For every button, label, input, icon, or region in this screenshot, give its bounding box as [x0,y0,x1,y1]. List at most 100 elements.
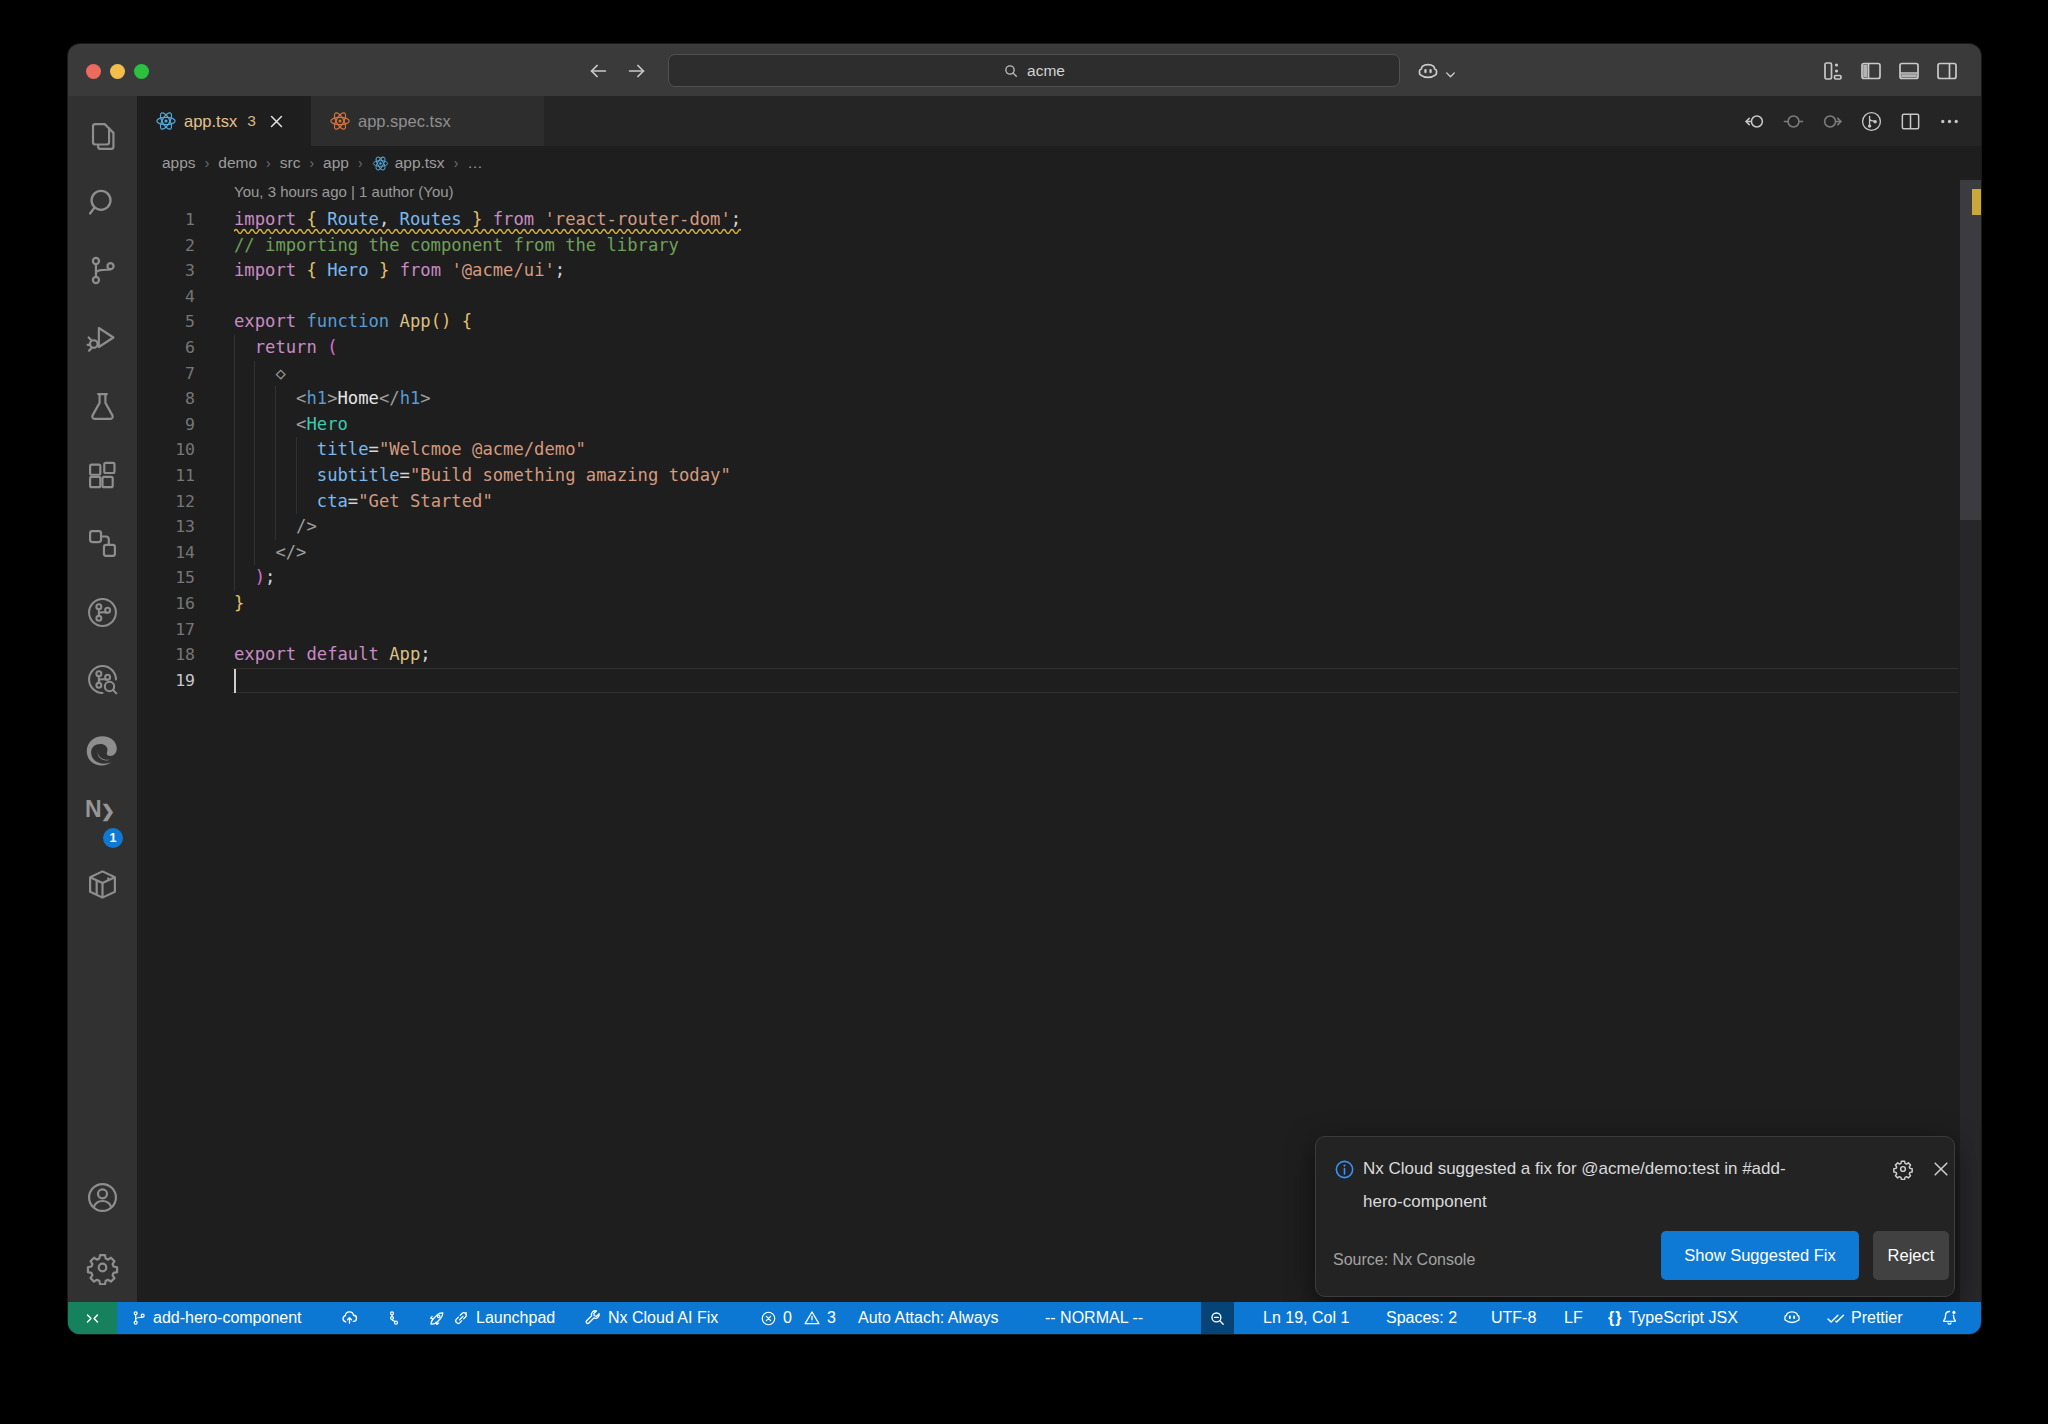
code-line[interactable]: 4 [137,284,1981,310]
minimize-window-button[interactable] [110,64,125,79]
code-line[interactable]: 13 /> [137,514,1981,540]
command-center-text: acme [1027,62,1065,80]
code-line[interactable]: 16} [137,591,1981,617]
code-line[interactable]: 17 [137,617,1981,643]
code-line[interactable]: 12 cta="Get Started" [137,489,1981,515]
breadcrumb: apps› demo› src› app› app.tsx › … [137,146,1981,180]
code-line[interactable]: 18 export default App; [137,642,1981,668]
project-structure-icon[interactable] [85,526,120,561]
breadcrumb-item[interactable]: apps [162,154,196,172]
navigate-forward-icon[interactable] [626,60,648,82]
source-control-graph-icon[interactable] [1860,110,1883,133]
cursor-position-item[interactable]: Ln 19, Col 1 [1263,1302,1349,1334]
code-text: export default App; [234,642,431,668]
navigate-back-icon[interactable] [587,60,609,82]
code-line[interactable]: 19 [137,668,1981,694]
notifications-bell-icon[interactable] [1940,1302,1959,1334]
eol-item[interactable]: LF [1564,1302,1583,1334]
breadcrumb-item[interactable]: app [323,154,349,172]
tab-label: app.spec.tsx [358,112,451,131]
formatter-item[interactable]: Prettier [1826,1302,1903,1334]
remote-indicator[interactable] [68,1302,117,1334]
toggle-secondary-sidebar-icon[interactable] [1935,59,1959,83]
breadcrumb-item[interactable]: demo [218,154,257,172]
notification-message: Nx Cloud suggested a fix for @acme/demo:… [1363,1153,1903,1218]
problems-item[interactable]: 0 3 [760,1302,836,1334]
launchpad-item[interactable]: Launchpad [427,1302,555,1334]
code-line[interactable]: 10 title="Welcmoe @acme/demo" [137,437,1981,463]
indentation-item[interactable]: Spaces: 2 [1386,1302,1457,1334]
code-line[interactable]: 2// importing the component from the lib… [137,233,1981,259]
more-actions-icon[interactable] [1938,110,1961,133]
code-line[interactable]: 5export function App() { [137,309,1981,335]
toggle-primary-sidebar-icon[interactable] [1859,59,1883,83]
extensions-icon[interactable] [85,458,120,493]
code-line[interactable]: 11 subtitle="Build something amazing tod… [137,463,1981,489]
command-center-search[interactable]: acme [668,54,1400,87]
copilot-status-icon[interactable] [1782,1302,1802,1334]
tab-app-spec-tsx[interactable]: app.spec.tsx [311,96,545,146]
next-change-icon[interactable] [1821,110,1844,133]
publish-changes-icon[interactable] [340,1302,359,1334]
customize-layout-icon[interactable] [1821,59,1845,83]
previous-change-icon[interactable] [1743,110,1766,133]
notification-close-icon[interactable] [1931,1159,1951,1179]
git-branch-item[interactable]: add-hero-component [131,1302,302,1334]
toggle-panel-icon[interactable] [1897,59,1921,83]
code-editor[interactable]: You, 3 hours ago | 1 author (You) 1impor… [137,180,1981,1302]
current-change-icon[interactable] [1782,110,1805,133]
run-debug-icon[interactable] [85,320,120,355]
reject-button[interactable]: Reject [1873,1231,1949,1280]
code-line[interactable]: 7 ◇ [137,361,1981,387]
chevron-down-icon[interactable] [1444,68,1457,81]
copilot-icon[interactable] [1416,60,1440,84]
code-text: ◇ [234,361,286,387]
code-line[interactable]: 9 <Hero [137,412,1981,438]
line-number: 7 [137,361,195,387]
code-line[interactable]: 1import { Route, Routes } from 'react-ro… [137,207,1981,233]
line-number: 11 [137,463,195,489]
testing-icon[interactable] [85,389,120,424]
commit-graph-icon[interactable] [85,595,120,630]
scrollbar-track[interactable] [1960,180,1981,1302]
breadcrumb-item-symbol[interactable]: … [467,154,483,172]
language-mode-item[interactable]: {} TypeScript JSX [1608,1302,1738,1334]
auto-attach-item[interactable]: Auto Attach: Always [858,1302,999,1334]
search-sidebar-icon[interactable] [85,185,120,220]
code-line[interactable]: 3import { Hero } from '@acme/ui'; [137,258,1981,284]
explorer-icon[interactable] [85,119,120,154]
edge-browser-icon[interactable] [85,733,120,768]
code-line[interactable]: 15 ); [137,565,1981,591]
breadcrumb-item-file[interactable]: app.tsx [372,154,445,172]
code-text: ); [234,565,275,591]
vim-mode-item[interactable]: -- NORMAL -- [1045,1302,1143,1334]
settings-gear-icon[interactable] [85,1250,120,1285]
scrollbar-slider[interactable] [1960,180,1981,520]
commit-search-icon[interactable] [85,662,120,697]
code-line[interactable]: 14 </> [137,540,1981,566]
source-control-icon[interactable] [85,253,120,288]
split-editor-icon[interactable] [1899,110,1922,133]
nx-console-icon[interactable]: N❯ [85,796,129,831]
code-line[interactable]: 6 return ( [137,335,1981,361]
wrench-icon [584,1309,602,1327]
line-number: 6 [137,335,195,361]
line-number: 18 [137,642,195,668]
maximize-window-button[interactable] [134,64,149,79]
container-icon[interactable] [85,867,120,902]
tab-app-tsx[interactable]: app.tsx 3 [137,96,311,146]
close-tab-icon[interactable] [268,113,285,130]
breadcrumb-item[interactable]: src [280,154,301,172]
line-number: 13 [137,514,195,540]
zoom-status-item[interactable] [1201,1302,1234,1334]
show-suggested-fix-button[interactable]: Show Suggested Fix [1661,1231,1859,1280]
nx-cloud-fix-item[interactable]: Nx Cloud AI Fix [584,1302,718,1334]
line-number: 1 [137,207,195,233]
encoding-item[interactable]: UTF-8 [1491,1302,1536,1334]
graph-icon[interactable] [386,1302,402,1334]
code-line[interactable]: 8 <h1>Home</h1> [137,386,1981,412]
notification-settings-icon[interactable] [1892,1158,1914,1180]
accounts-icon[interactable] [85,1180,120,1215]
close-window-button[interactable] [86,64,101,79]
line-number: 14 [137,540,195,566]
